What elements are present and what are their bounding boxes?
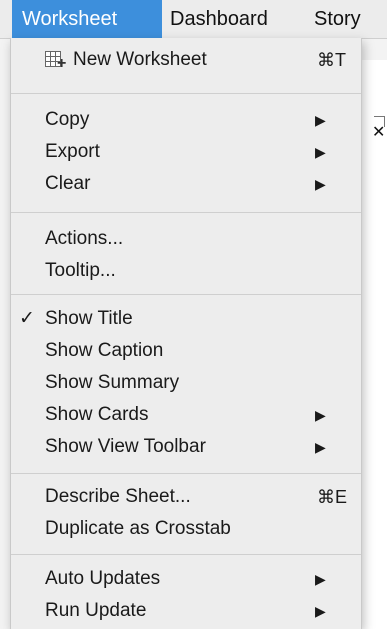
new-worksheet-icon: + xyxy=(45,51,67,72)
submenu-arrow-icon: ▶ xyxy=(315,603,326,619)
menu-separator xyxy=(11,212,361,213)
menu-item-show-title[interactable]: ✓ Show Title xyxy=(11,303,361,335)
menu-item-describe-sheet[interactable]: Describe Sheet... ⌘E xyxy=(11,481,361,513)
menu-item-label: Describe Sheet... xyxy=(45,486,191,507)
menu-item-show-summary[interactable]: Show Summary xyxy=(11,367,361,399)
menu-item-label: New Worksheet xyxy=(73,49,207,70)
shortcut-label: ⌘T xyxy=(317,50,346,70)
menu-item-label: Copy xyxy=(45,109,90,130)
worksheet-dropdown-menu: + New Worksheet ⌘T Copy ▶ Export ▶ Clear… xyxy=(10,38,362,629)
shortcut-label: ⌘E xyxy=(317,487,348,507)
menu-item-label: Show View Toolbar xyxy=(45,436,206,457)
menu-item-show-view-toolbar[interactable]: Show View Toolbar ▶ xyxy=(11,431,361,463)
menu-item-label: Show Title xyxy=(45,308,133,329)
menu-item-label: Show Caption xyxy=(45,340,164,361)
menu-separator xyxy=(11,473,361,474)
menu-item-label: Show Summary xyxy=(45,372,180,393)
menu-item-duplicate-as-crosstab[interactable]: Duplicate as Crosstab xyxy=(11,513,361,545)
menu-story[interactable]: Story xyxy=(304,0,387,38)
menu-item-label: Run Update xyxy=(45,600,147,621)
menu-separator xyxy=(11,93,361,94)
background-panel xyxy=(361,60,387,629)
menu-item-export[interactable]: Export ▶ xyxy=(11,136,361,168)
menu-item-label: Auto Updates xyxy=(45,568,161,589)
menu-item-new-worksheet[interactable]: + New Worksheet ⌘T xyxy=(11,44,361,76)
check-icon: ✓ xyxy=(19,308,35,329)
submenu-arrow-icon: ▶ xyxy=(315,407,326,423)
menu-item-actions[interactable]: Actions... xyxy=(11,223,361,255)
close-icon[interactable]: ✕ xyxy=(372,122,385,142)
menu-item-show-caption[interactable]: Show Caption xyxy=(11,335,361,367)
submenu-arrow-icon: ▶ xyxy=(315,112,326,128)
submenu-arrow-icon: ▶ xyxy=(315,571,326,587)
menu-worksheet[interactable]: Worksheet xyxy=(12,0,162,38)
menu-bar: Worksheet Dashboard Story xyxy=(0,0,387,39)
menu-separator xyxy=(11,294,361,295)
menu-item-label: Actions... xyxy=(45,228,124,249)
menu-item-clear[interactable]: Clear ▶ xyxy=(11,168,361,200)
menu-item-label: Duplicate as Crosstab xyxy=(45,518,231,539)
menu-item-tooltip[interactable]: Tooltip... xyxy=(11,255,361,287)
menu-item-label: Show Cards xyxy=(45,404,149,425)
menu-separator xyxy=(11,554,361,555)
submenu-arrow-icon: ▶ xyxy=(315,439,326,455)
menu-item-label: Clear xyxy=(45,173,91,194)
submenu-arrow-icon: ▶ xyxy=(315,144,326,160)
menu-item-copy[interactable]: Copy ▶ xyxy=(11,104,361,136)
menu-item-label: Export xyxy=(45,141,100,162)
submenu-arrow-icon: ▶ xyxy=(315,176,326,192)
menu-item-label: Tooltip... xyxy=(45,260,116,281)
menu-item-show-cards[interactable]: Show Cards ▶ xyxy=(11,399,361,431)
screen: ✕ Worksheet Dashboard Story + New Worksh… xyxy=(0,0,387,629)
menu-dashboard[interactable]: Dashboard xyxy=(160,0,310,38)
menu-item-auto-updates[interactable]: Auto Updates ▶ xyxy=(11,563,361,595)
menu-item-run-update[interactable]: Run Update ▶ xyxy=(11,595,361,627)
